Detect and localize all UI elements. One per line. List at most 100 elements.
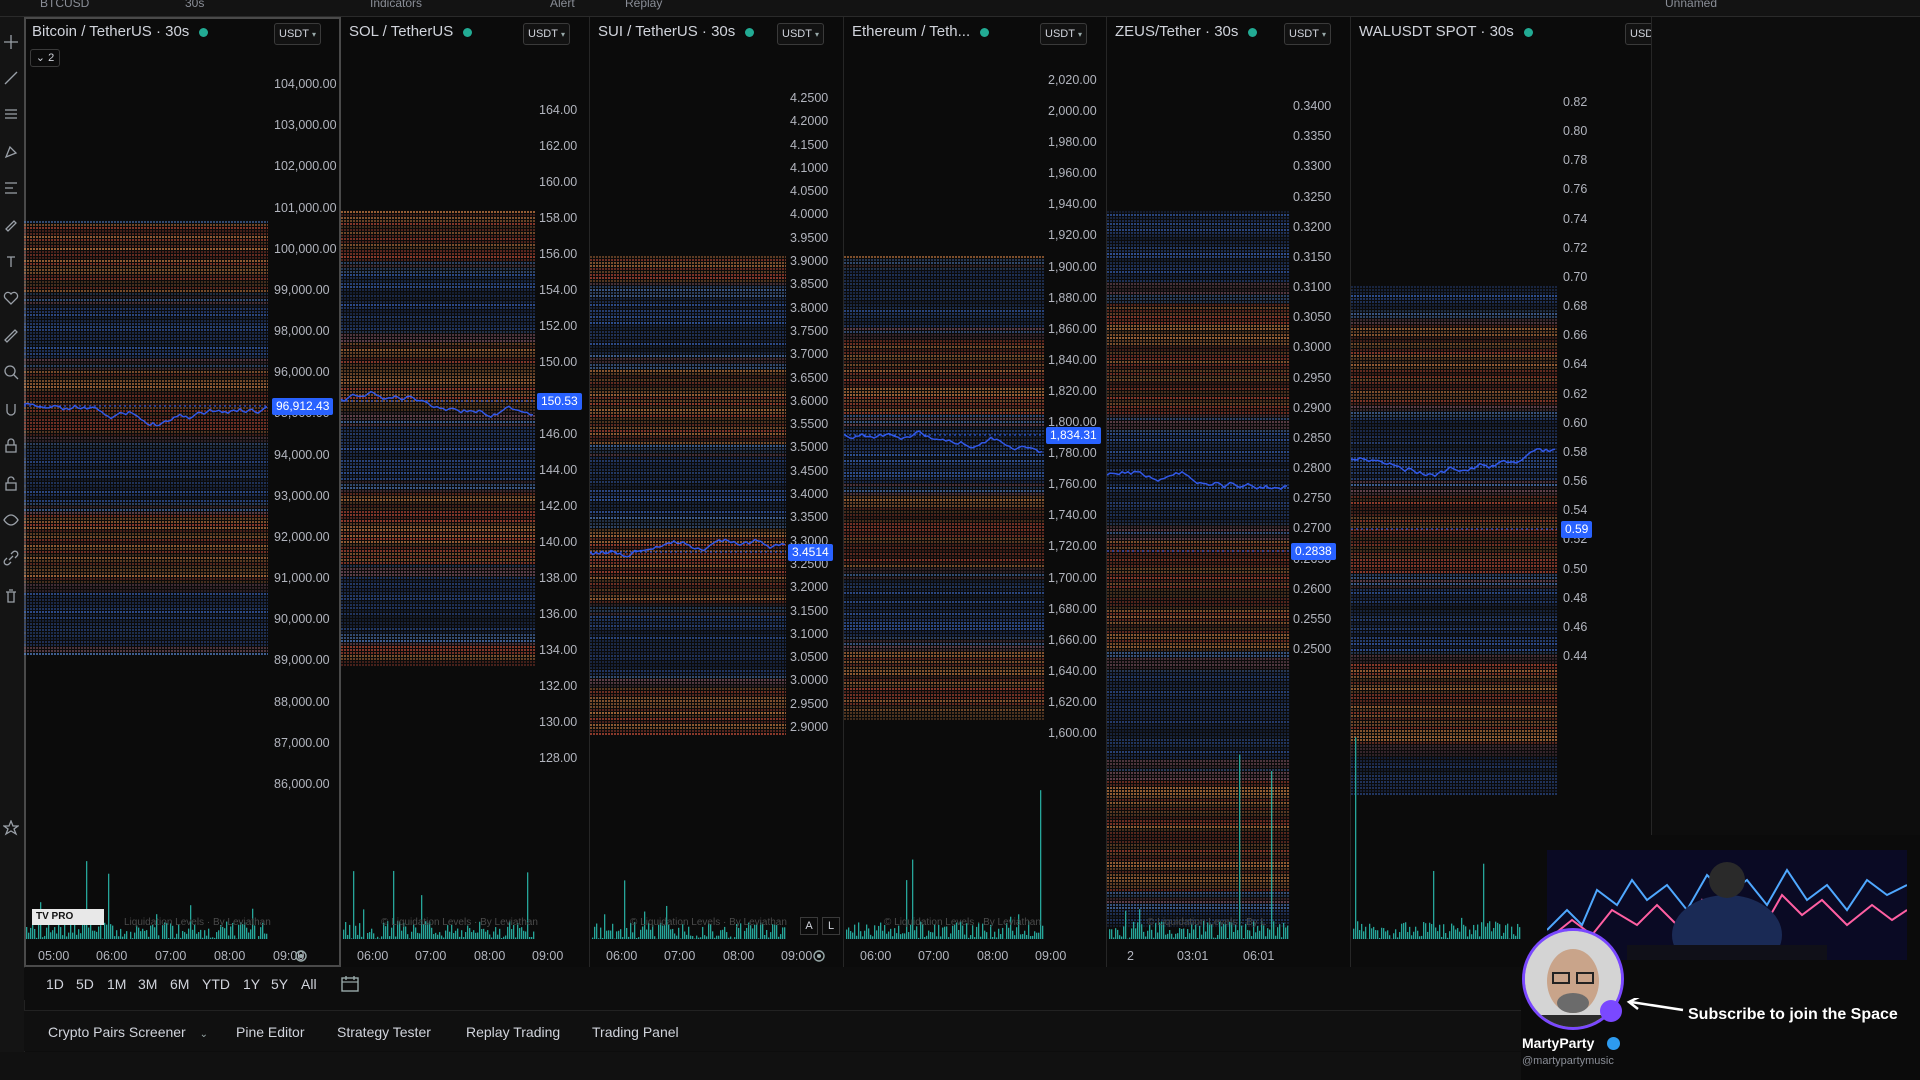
ruler-icon[interactable] (0, 325, 22, 347)
tf-1y[interactable]: 1Y (243, 976, 260, 992)
log-scale-button[interactable]: L (822, 917, 840, 935)
tab-replay-trading[interactable]: Replay Trading (466, 1024, 560, 1040)
auto-scale-button[interactable]: A (800, 917, 818, 935)
volume-bar (453, 933, 455, 939)
tf-5y[interactable]: 5Y (271, 976, 288, 992)
chart-pane[interactable]: Bitcoin / TetherUS · 30s USDT ▾ ⌄ 2 104,000.… (24, 17, 341, 967)
y-tick-label: 4.2000 (790, 114, 829, 129)
currency-select[interactable]: USDT▾ (1040, 23, 1087, 45)
fib-icon[interactable] (0, 103, 22, 125)
text-icon[interactable] (0, 251, 22, 273)
volume-bar (646, 929, 648, 939)
y-tick-label: 1,700.00 (1048, 570, 1097, 585)
volume-bar (1457, 928, 1459, 939)
layout-name[interactable]: Unnamed (1665, 0, 1717, 10)
volume-bar (142, 928, 144, 939)
y-tick-label: 156.00 (539, 247, 578, 261)
indicator-watermark: © Liquidation Levels · By Leviathan (884, 917, 1041, 928)
pane-title[interactable]: SOL / TetherUS (349, 23, 473, 40)
volume-bar (1032, 935, 1034, 939)
tf-3m[interactable]: 3M (138, 976, 157, 992)
volume-bar (449, 931, 451, 939)
tf-all[interactable]: All (301, 976, 317, 992)
crosshair-icon[interactable] (0, 31, 22, 53)
brush-icon[interactable] (0, 213, 22, 235)
pane-title[interactable]: SUI / TetherUS · 30s (598, 23, 755, 40)
volume-bar (525, 931, 527, 939)
y-tick-label: 103,000.00 (274, 118, 337, 133)
lock-icon[interactable] (0, 473, 22, 495)
volume-bar (465, 932, 467, 939)
tf-1m[interactable]: 1M (107, 976, 126, 992)
volume-bar (515, 937, 517, 939)
symbol-search[interactable]: BTCUSD (40, 0, 89, 10)
y-tick-label: 2.9000 (790, 720, 829, 734)
chart-pane[interactable]: SOL / TetherUS USDT ▾ 164.00 162.00 160.00 158… (341, 17, 590, 967)
currency-select[interactable]: USDT▾ (1284, 23, 1331, 45)
currency-label: USDT (782, 28, 812, 40)
volume-bar (1383, 928, 1385, 939)
indicators-button[interactable]: Indicators (370, 0, 422, 10)
volume-bar (1469, 929, 1471, 939)
gear-icon[interactable] (294, 949, 308, 963)
tab-strategy-tester[interactable]: Strategy Tester (337, 1024, 431, 1040)
eye-icon[interactable] (0, 509, 22, 531)
tf-5d[interactable]: 5D (76, 976, 94, 992)
trash-icon[interactable] (0, 585, 22, 607)
volume-bar (529, 937, 531, 939)
volume-bar (104, 922, 106, 939)
magnet-icon[interactable] (0, 399, 22, 421)
pane-title[interactable]: Bitcoin / TetherUS · 30s (32, 23, 209, 40)
tf-ytd[interactable]: YTD (202, 976, 230, 992)
star-icon[interactable] (0, 817, 22, 839)
tab-trading-panel[interactable]: Trading Panel (592, 1024, 679, 1040)
zoom-icon[interactable] (0, 361, 22, 383)
currency-select[interactable]: USDT▾ (274, 23, 321, 45)
volume-bar (1399, 932, 1401, 939)
volume-bar (872, 936, 874, 939)
volume-bar (1445, 932, 1447, 939)
x-tick-label: 09:00 (532, 949, 564, 963)
interval-button[interactable]: 30s (185, 0, 204, 10)
liquidation-heatmap (341, 211, 535, 939)
volume-bar (475, 932, 477, 939)
gear-icon[interactable] (812, 949, 826, 963)
chart-pane[interactable]: SUI / TetherUS · 30s USDT ▾ 4.2500 4.2000 4.1… (590, 17, 844, 967)
replay-button[interactable]: Replay (625, 0, 662, 10)
tab-pine-editor[interactable]: Pine Editor (236, 1024, 304, 1040)
date-range-icon[interactable] (340, 975, 360, 993)
tab-crypto-pairs-screener[interactable]: Crypto Pairs Screener ⌄ (48, 1024, 208, 1040)
y-tick-label: 1,600.00 (1048, 726, 1097, 740)
lock-drawing-icon[interactable] (0, 435, 22, 457)
pane-title[interactable]: Ethereum / Teth... (852, 23, 990, 40)
volume-bar (620, 929, 622, 939)
chart-pane[interactable]: WALUSDT SPOT · 30s USDT▾ 0.82 0.80 0.78 0.76 0… (1351, 17, 1652, 967)
pattern-icon[interactable] (0, 141, 22, 163)
indicator-collapse-button[interactable]: ⌄ 2 (30, 49, 60, 67)
last-price-tag: 0.59 (1561, 521, 1593, 538)
currency-select[interactable]: USDT▾ (777, 23, 824, 45)
forecast-icon[interactable] (0, 177, 22, 199)
chart-pane[interactable]: ZEUS/Tether · 30s USDT ▾ 0.3400 0.3350 0.3300… (1107, 17, 1351, 967)
volume-bar (28, 932, 30, 939)
currency-select[interactable]: USDT▾ (1625, 23, 1651, 45)
chart-pane[interactable]: Ethereum / Teth... USDT ▾ 2,020.00 2,000.00 1… (844, 17, 1107, 967)
tf-6m[interactable]: 6M (170, 976, 189, 992)
volume-bar (1447, 937, 1449, 939)
tf-1d[interactable]: 1D (46, 976, 64, 992)
currency-select[interactable]: USDT▾ (523, 23, 570, 45)
pane-title[interactable]: WALUSDT SPOT · 30s (1359, 23, 1533, 40)
volume-bar (626, 927, 628, 939)
volume-bar (866, 924, 868, 939)
volume-bar (1415, 926, 1417, 939)
y-tick-label: 0.68 (1563, 299, 1588, 314)
pane-title[interactable]: ZEUS/Tether · 30s (1115, 23, 1258, 40)
volume-bar (856, 935, 858, 939)
volume-bar (1279, 924, 1281, 939)
alert-button[interactable]: Alert (550, 0, 575, 10)
trendline-icon[interactable] (0, 67, 22, 89)
link-icon[interactable] (0, 547, 22, 569)
y-tick-label: 3.9000 (790, 254, 829, 269)
volume-bar (50, 932, 52, 939)
heart-icon[interactable] (0, 287, 22, 309)
